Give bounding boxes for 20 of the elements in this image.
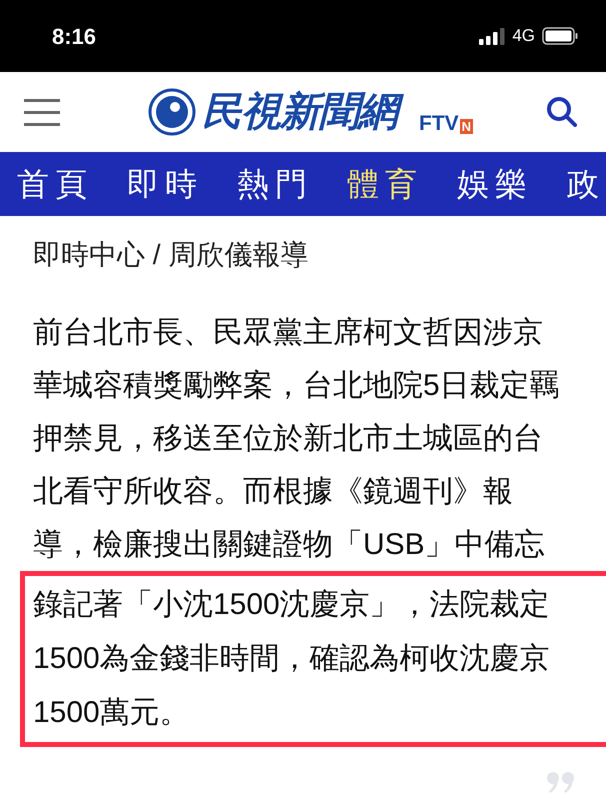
nav-tab[interactable]: 首頁 [17, 168, 93, 200]
byline: 即時中心 / 周欣儀報導 [33, 238, 310, 272]
search-icon[interactable] [546, 96, 578, 128]
nav-tab[interactable]: 娛樂 [457, 168, 533, 200]
signal-icon [479, 28, 506, 44]
logo-brand: FTV [419, 113, 459, 134]
logo-badge: N [460, 119, 474, 134]
nav-tab[interactable]: 體育 [347, 168, 423, 200]
nav-tab[interactable]: 熱門 [237, 168, 313, 200]
quote-icon [546, 771, 576, 793]
battery-icon [542, 27, 578, 45]
nav-tab[interactable]: 即時 [127, 168, 203, 200]
logo-text: 民視新聞網 [202, 88, 405, 136]
menu-icon[interactable] [24, 98, 60, 126]
article-paragraph: 錄記著「小沈1500沈慶京」，法院裁定 1500為金錢非時間，確認為柯收沈慶京 1500萬元。 [33, 587, 551, 731]
status-time: 8:16 [52, 22, 96, 50]
eye-logo-icon [148, 88, 196, 136]
nav-tab[interactable]: 政 [567, 168, 605, 200]
article-paragraph: 前台北市長、民眾黨主席柯文哲因涉京 華城容積獎勵弊案，台北地院5日裁定羈 押禁見，移送至位於新北市土城區的台 北看守所收容。而根據《鏡週刊》報 導，檢廉搜出關鍵證物「USB」中備忘 [33, 315, 561, 563]
network-label: 4G [512, 25, 535, 48]
